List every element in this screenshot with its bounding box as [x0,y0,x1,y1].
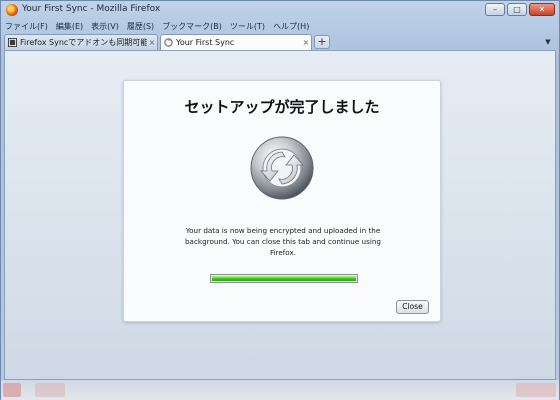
close-window-button[interactable]: ✕ [529,3,555,16]
tab-label: Firefox Syncでアドオンも同期可能... [20,38,147,47]
page-icon [8,38,17,47]
list-all-tabs-icon[interactable]: ▼ [542,35,554,49]
tab-label: Your First Sync [176,38,235,47]
window-controls: – □ ✕ [485,3,555,16]
card-title: セットアップが完了しました [184,98,380,116]
firefox-logo-icon [6,4,18,16]
sync-status-text: Your data is now being encrypted and upl… [185,226,381,257]
sync-progress-bar [210,274,358,283]
tab-your-first-sync[interactable]: Your First Sync × [160,34,312,50]
progress-fill [212,276,356,281]
menu-tools[interactable]: ツール(T) [230,20,265,33]
taskbar-item[interactable] [3,383,21,397]
taskbar-item[interactable] [35,383,65,397]
page-content: セットアップが完了しました Your data is now being enc… [4,50,556,380]
tab-close-icon[interactable]: × [301,38,311,47]
menu-bar: ファイル(F) 編集(E) 表示(V) 履歴(S) ブックマーク(B) ツール(… [5,20,309,33]
taskbar-item[interactable] [516,383,556,397]
minimize-button[interactable]: – [485,3,505,16]
new-tab-button[interactable]: + [314,35,330,49]
sync-arrows-icon [250,136,314,200]
sync-complete-card: セットアップが完了しました Your data is now being enc… [123,80,441,322]
taskbar [1,380,559,400]
sync-icon [164,38,173,47]
title-bar: Your First Sync - Mozilla Firefox – □ ✕ [1,1,559,19]
close-button[interactable]: Close [396,300,429,314]
tab-strip: Firefox Syncでアドオンも同期可能... × Your First S… [4,34,556,50]
menu-view[interactable]: 表示(V) [91,20,119,33]
menu-bookmarks[interactable]: ブックマーク(B) [162,20,222,33]
browser-window: Your First Sync - Mozilla Firefox – □ ✕ … [0,0,560,400]
maximize-button[interactable]: □ [507,3,527,16]
menu-edit[interactable]: 編集(E) [56,20,83,33]
menu-file[interactable]: ファイル(F) [5,20,48,33]
window-title: Your First Sync - Mozilla Firefox [22,4,161,14]
menu-history[interactable]: 履歴(S) [127,20,154,33]
tab-firefox-sync-addons[interactable]: Firefox Syncでアドオンも同期可能... × [4,34,158,50]
menu-help[interactable]: ヘルプ(H) [273,20,309,33]
tab-close-icon[interactable]: × [147,38,157,47]
